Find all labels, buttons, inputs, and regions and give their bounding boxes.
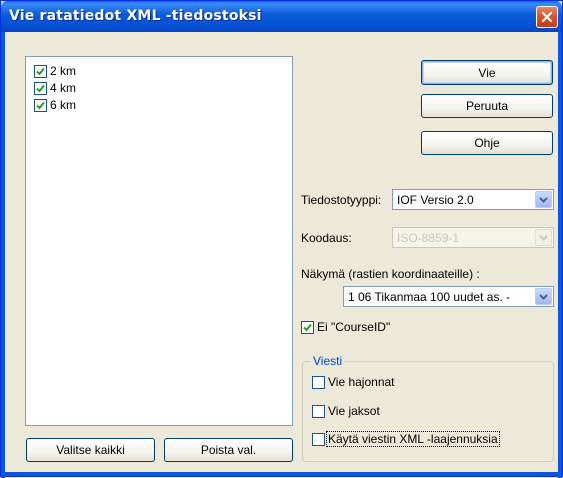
export-variations-checkbox-row[interactable]: Vie hajonnat [312, 375, 395, 389]
view-label: Näkymä (rastien koordinaateille) : [301, 267, 480, 281]
course-checkbox[interactable] [34, 64, 47, 78]
no-course-id-label: Ei "CourseID" [317, 320, 391, 334]
checkmark-icon [303, 323, 312, 331]
list-item[interactable]: 2 km [34, 63, 76, 79]
chevron-down-icon [539, 234, 548, 241]
xml-extensions-checkbox-row[interactable]: Käytä viestin XML -laajennuksia [312, 431, 500, 447]
file-type-label: Tiedostotyyppi: [301, 193, 382, 207]
help-button[interactable]: Ohje [421, 131, 553, 155]
encoding-select: ISO-8859-1 [392, 227, 554, 248]
list-item[interactable]: 4 km [34, 80, 76, 96]
select-all-button[interactable]: Valitse kaikki [26, 438, 155, 462]
close-icon [541, 11, 553, 23]
relay-group-title: Viesti [311, 354, 345, 368]
window-title: Vie ratatiedot XML -tiedostoksi [9, 8, 262, 24]
export-legs-checkbox[interactable] [312, 404, 325, 418]
window-frame-bottom [1, 472, 562, 476]
deselect-button[interactable]: Poista val. [164, 438, 293, 462]
xml-extensions-label: Käytä viestin XML -laajennuksia [326, 431, 500, 447]
course-label: 6 km [50, 98, 77, 112]
encoding-label: Koodaus: [301, 231, 352, 245]
no-course-id-checkbox-row[interactable]: Ei "CourseID" [301, 320, 390, 334]
view-value: 1 06 Tikanmaa 100 uudet as. - [348, 289, 511, 304]
window-frame-right [558, 32, 562, 478]
export-variations-checkbox[interactable] [312, 375, 325, 389]
checkmark-icon [36, 67, 45, 75]
chevron-down-icon [539, 196, 548, 203]
export-legs-label: Vie jaksot [328, 404, 380, 418]
course-label: 2 km [50, 64, 77, 78]
checkmark-icon [36, 101, 45, 109]
title-bar[interactable]: Vie ratatiedot XML -tiedostoksi [1, 1, 562, 32]
export-button[interactable]: Vie [421, 60, 553, 85]
course-checkbox[interactable] [34, 81, 47, 95]
export-dialog: Vie ratatiedot XML -tiedostoksi 2 km 4 k… [0, 0, 563, 478]
course-checkbox[interactable] [34, 98, 47, 112]
file-type-select[interactable]: IOF Versio 2.0 [392, 189, 554, 210]
list-item[interactable]: 6 km [34, 97, 76, 113]
dropdown-button[interactable] [535, 191, 552, 208]
view-select[interactable]: 1 06 Tikanmaa 100 uudet as. - [343, 286, 554, 307]
export-variations-label: Vie hajonnat [328, 375, 395, 389]
encoding-value: ISO-8859-1 [397, 230, 460, 245]
course-label: 4 km [50, 81, 77, 95]
window-frame-left [1, 32, 5, 478]
dropdown-button [535, 229, 552, 246]
dropdown-button[interactable] [535, 288, 552, 305]
checkmark-icon [36, 84, 45, 92]
close-button[interactable] [536, 6, 558, 28]
cancel-button[interactable]: Peruuta [421, 94, 553, 118]
xml-extensions-checkbox[interactable] [312, 432, 325, 446]
chevron-down-icon [539, 293, 548, 300]
file-type-value: IOF Versio 2.0 [397, 192, 474, 207]
no-course-id-checkbox[interactable] [301, 320, 314, 334]
export-legs-checkbox-row[interactable]: Vie jaksot [312, 404, 380, 418]
